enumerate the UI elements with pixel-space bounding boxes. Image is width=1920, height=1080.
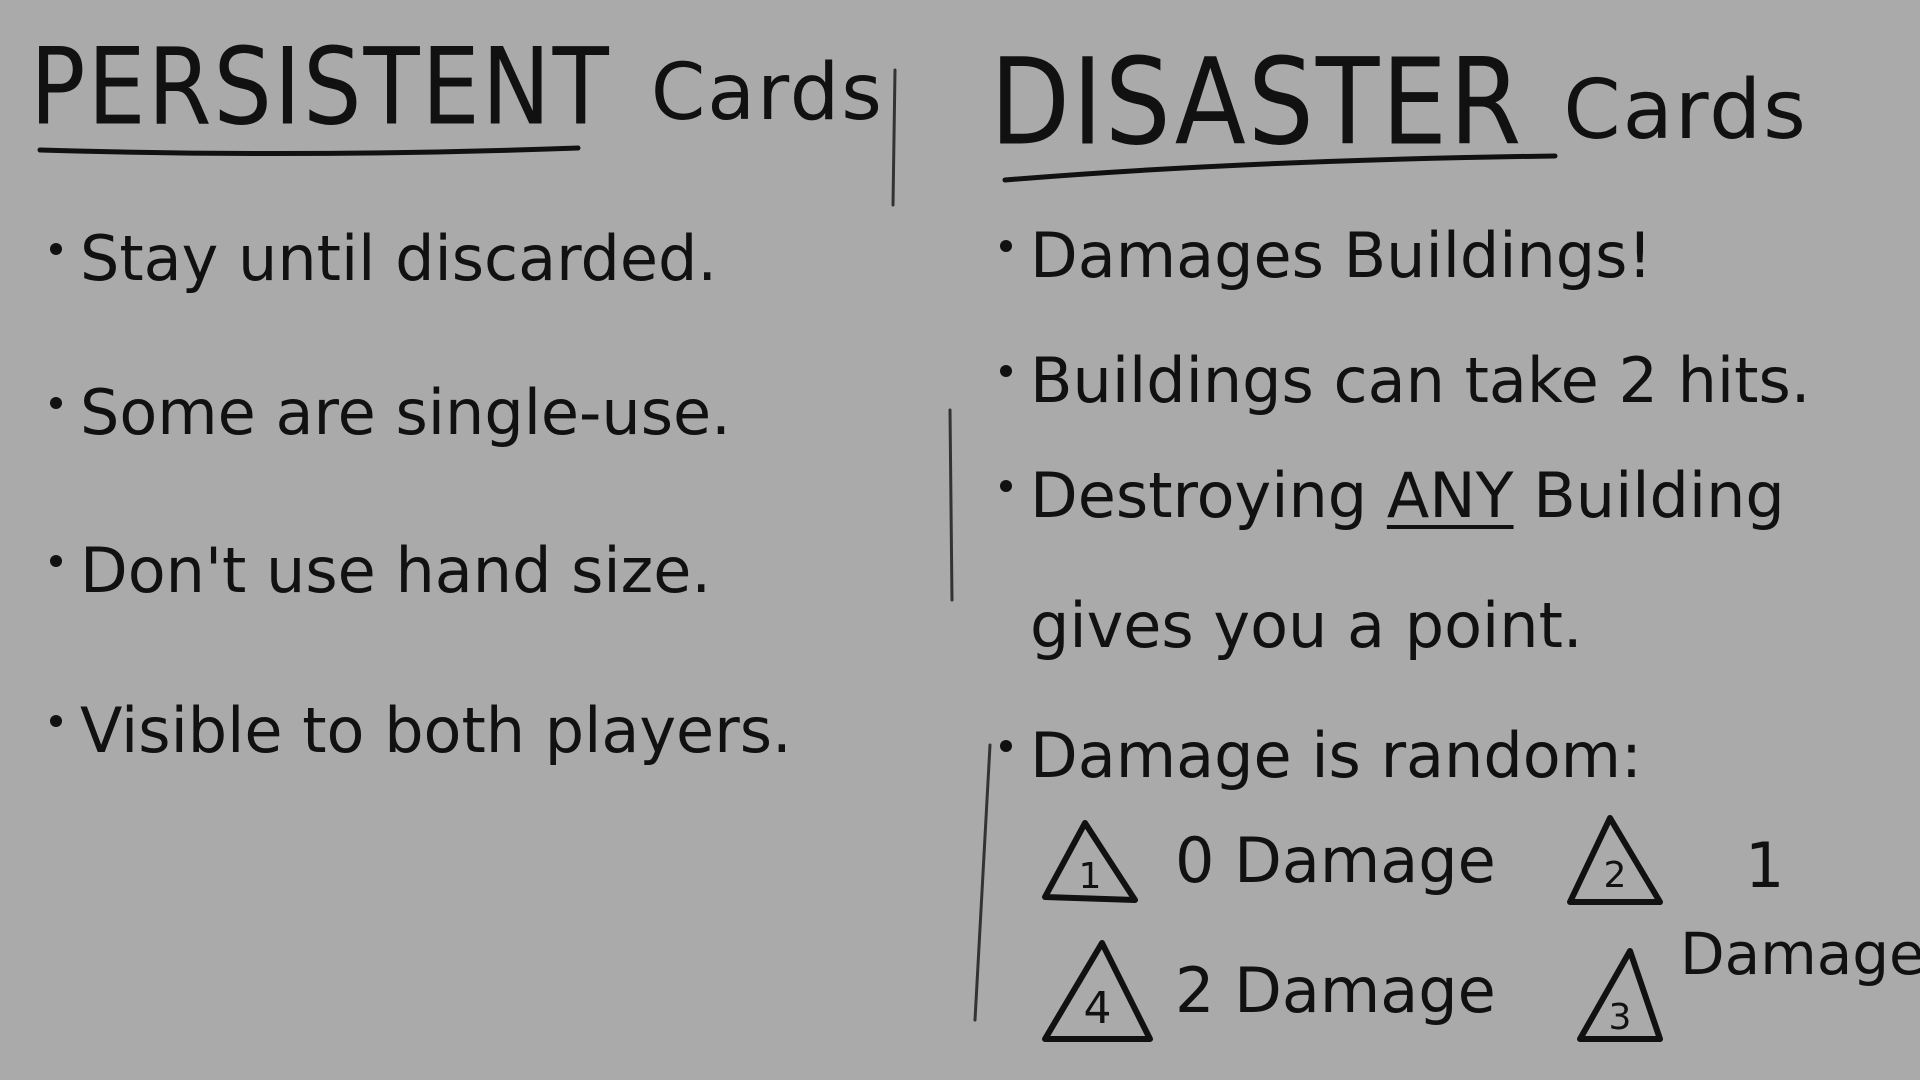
list-item: Destroying ANY Building <box>1000 465 1785 527</box>
bullet-dot <box>1000 239 1012 252</box>
bullet-dot <box>1000 479 1012 492</box>
legend-label: 0 Damage <box>1175 824 1496 897</box>
list-item: Buildings can take 2 hits. <box>1000 350 1810 412</box>
list-item: Damage is random: <box>1000 725 1642 787</box>
persistent-heading-sub: Cards <box>650 48 884 138</box>
bullet-dot <box>50 554 62 567</box>
legend-label-amount: 1 <box>1745 829 1785 902</box>
list-item: Damages Buildings! <box>1000 225 1652 287</box>
bullet-text: Buildings can take 2 hits. <box>1030 344 1811 417</box>
bullet-dot <box>50 714 62 727</box>
bullet-dot <box>1000 739 1012 752</box>
persistent-heading-main: PERSISTENT <box>30 25 611 149</box>
list-item: Stay until discarded. <box>50 228 717 290</box>
legend-label: 2 Damage <box>1175 954 1496 1027</box>
bullet-text: Stay until discarded. <box>80 222 718 295</box>
list-item: Some are single-use. <box>50 382 731 444</box>
persistent-heading: PERSISTENT Cards <box>30 35 884 141</box>
bullet-text: Damage is random: <box>1030 719 1642 792</box>
bullet-text: Destroying <box>1030 459 1368 532</box>
bullet-continuation: gives you a point. <box>1030 589 1583 662</box>
list-item: Visible to both players. <box>50 700 792 762</box>
damage-triangle-3-icon: 3 <box>1575 945 1665 1045</box>
bullet-text-tail: Building <box>1533 459 1785 532</box>
damage-triangle-2-icon: 2 <box>1565 810 1665 910</box>
triangle-number: 4 <box>1083 983 1112 1034</box>
damage-triangle-1-icon: 1 <box>1040 815 1140 905</box>
bullet-text: Some are single-use. <box>80 376 731 449</box>
triangle-number: 3 <box>1608 997 1632 1038</box>
disaster-heading-sub: Cards <box>1563 63 1808 158</box>
bullet-dot <box>50 396 62 409</box>
disaster-heading: DISASTER Cards <box>990 42 1808 162</box>
triangle-number: 1 <box>1078 856 1102 897</box>
bullet-text: Visible to both players. <box>80 694 792 767</box>
bullet-dot <box>1000 364 1012 377</box>
damage-triangle-4-icon: 4 <box>1040 935 1155 1045</box>
column-divider <box>891 68 992 1022</box>
emphasis-any: ANY <box>1386 459 1514 532</box>
bullet-text: Don't use hand size. <box>80 534 712 607</box>
disaster-heading-main: DISASTER <box>990 31 1524 173</box>
bullet-text: Damages Buildings! <box>1030 219 1653 292</box>
list-item: Don't use hand size. <box>50 540 711 602</box>
triangle-number: 2 <box>1603 855 1627 896</box>
bullet-dot <box>50 242 62 255</box>
legend-label: Damage <box>1680 920 1920 988</box>
